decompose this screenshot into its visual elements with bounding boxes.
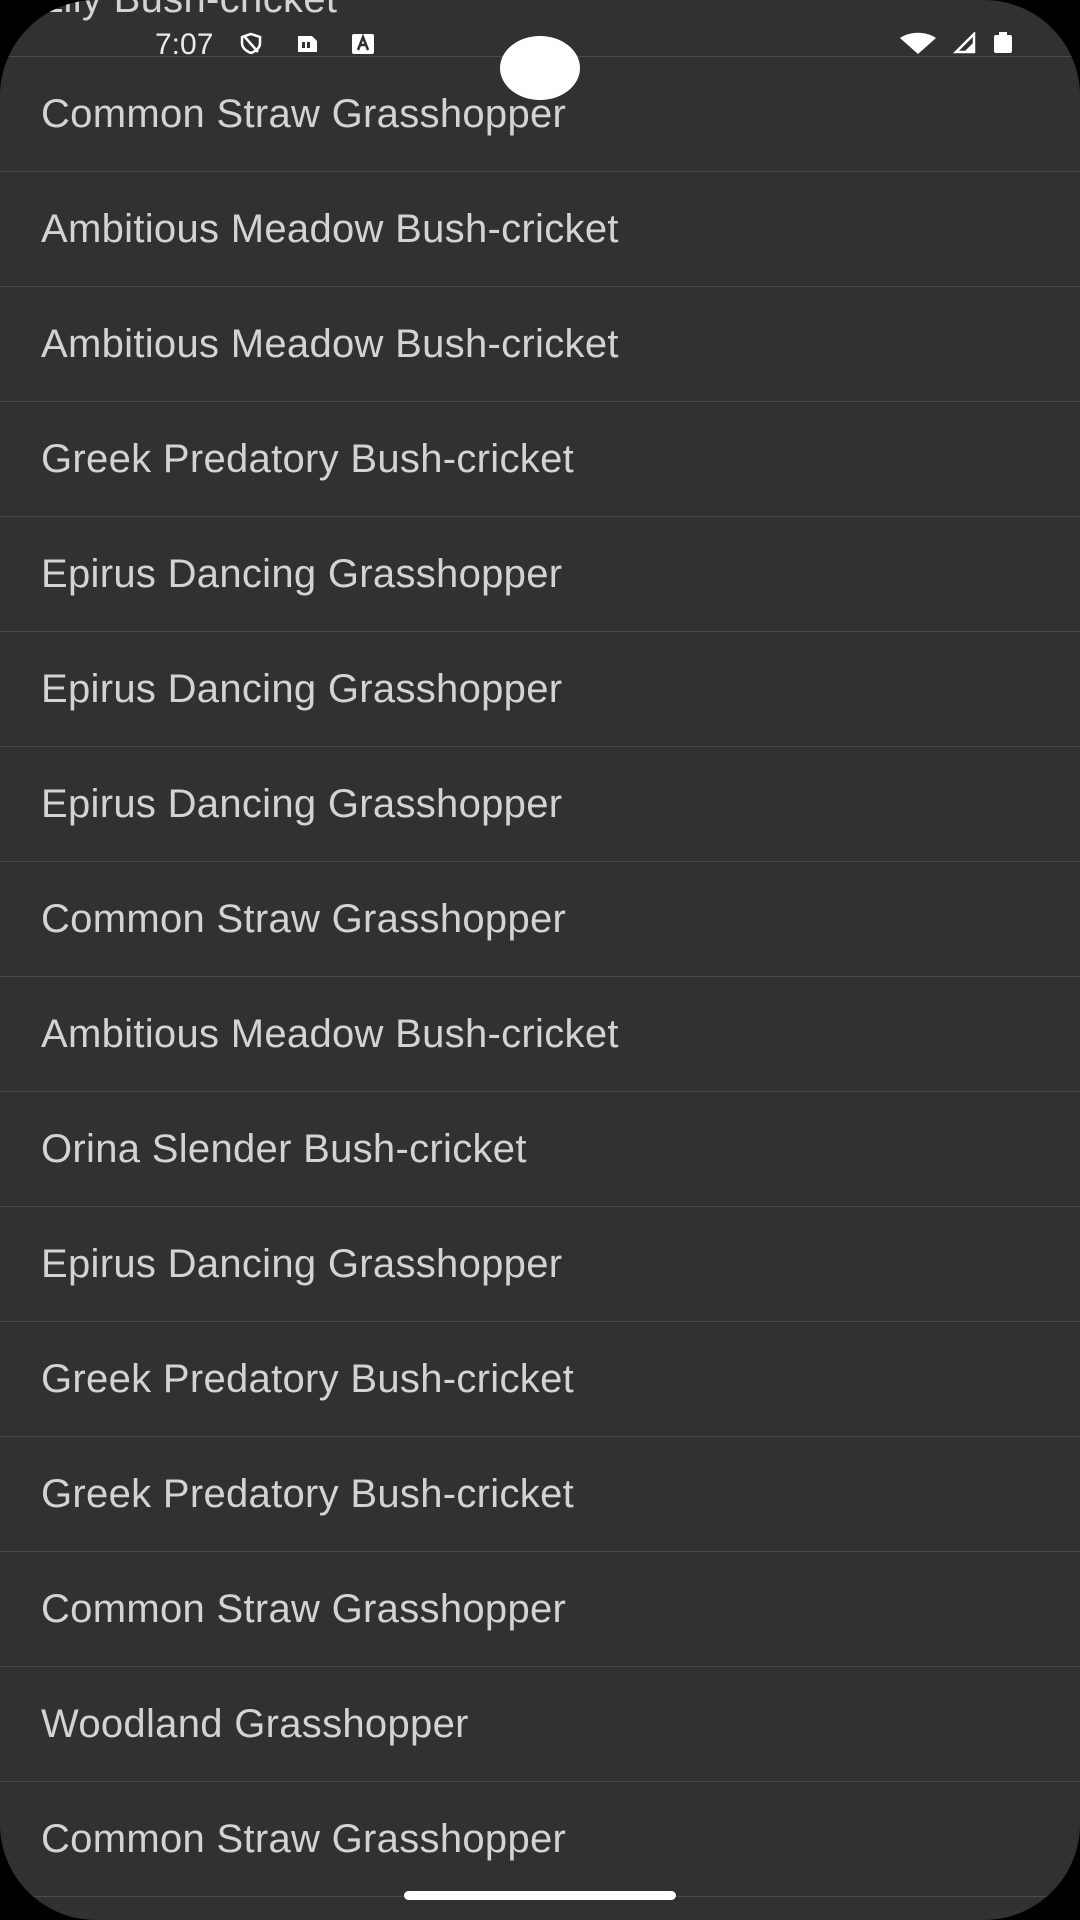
species-name: Greek Predatory Bush-cricket: [41, 1356, 575, 1401]
species-name: Epirus Dancing Grasshopper: [41, 551, 563, 596]
species-name: Greek Predatory Bush-cricket: [41, 436, 575, 481]
list-item[interactable]: Epirus Dancing Grasshopper: [0, 747, 1080, 862]
species-name: Common Straw Grasshopper: [41, 91, 567, 136]
list-item[interactable]: Ambitious Meadow Bush-cricket: [0, 287, 1080, 402]
species-name: Common Straw Grasshopper: [41, 896, 567, 941]
list-item[interactable]: Epirus Dancing Grasshopper: [0, 517, 1080, 632]
species-name: Orina Slender Bush-cricket: [41, 1126, 527, 1171]
list-item[interactable]: Epirus Dancing Grasshopper: [0, 632, 1080, 747]
list-item[interactable]: Greek Predatory Bush-cricket: [0, 1322, 1080, 1437]
list-item[interactable]: Lily Bush-cricket: [0, 0, 1080, 57]
species-name: Ambitious Meadow Bush-cricket: [41, 1011, 619, 1056]
list-item[interactable]: Common Straw Grasshopper: [0, 1552, 1080, 1667]
species-name: Epirus Dancing Grasshopper: [41, 666, 563, 711]
list-item[interactable]: Greek Predatory Bush-cricket: [0, 402, 1080, 517]
list-item[interactable]: Common Straw Grasshopper: [0, 862, 1080, 977]
list-item[interactable]: Common Straw Grasshopper: [0, 57, 1080, 172]
species-name: Epirus Dancing Grasshopper: [41, 781, 563, 826]
list-item[interactable]: Ambitious Meadow Bush-cricket: [0, 977, 1080, 1092]
list-item[interactable]: Orina Slender Bush-cricket: [0, 1092, 1080, 1207]
species-list: Lily Bush-cricket Common Straw Grasshoppe…: [0, 0, 1080, 1897]
gesture-navigation-bar[interactable]: [404, 1891, 676, 1900]
screen: Lily Bush-cricket Common Straw Grasshoppe…: [0, 0, 1080, 1920]
list-item[interactable]: Woodland Grasshopper: [0, 1667, 1080, 1782]
species-name: Woodland Grasshopper: [41, 1701, 469, 1746]
species-name: Epirus Dancing Grasshopper: [41, 1241, 563, 1286]
species-name: Ambitious Meadow Bush-cricket: [41, 321, 619, 366]
list-item[interactable]: Ambitious Meadow Bush-cricket: [0, 172, 1080, 287]
species-name: Lily Bush-cricket: [41, 0, 337, 22]
species-name: Greek Predatory Bush-cricket: [41, 1471, 575, 1516]
species-name: Common Straw Grasshopper: [41, 1586, 567, 1631]
list-item[interactable]: Common Straw Grasshopper: [0, 1782, 1080, 1897]
species-name: Ambitious Meadow Bush-cricket: [41, 206, 619, 251]
list-item[interactable]: Greek Predatory Bush-cricket: [0, 1437, 1080, 1552]
list-item[interactable]: Epirus Dancing Grasshopper: [0, 1207, 1080, 1322]
species-name: Common Straw Grasshopper: [41, 1816, 567, 1861]
